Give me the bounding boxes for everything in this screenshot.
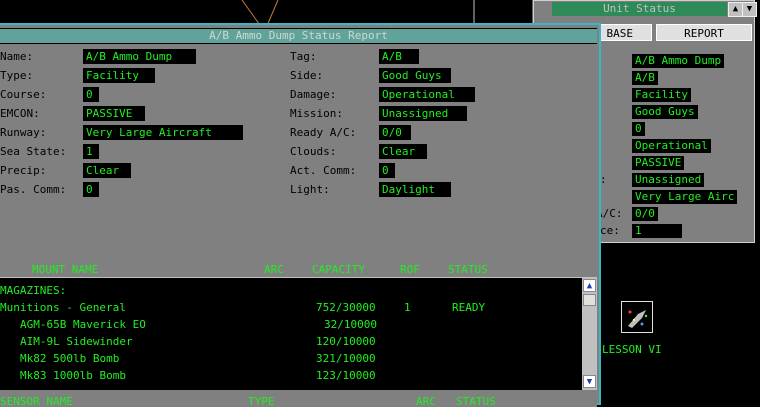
ready-ac-label: Ready A/C: [290,126,357,139]
mount-name-cell: AIM-9L Sidewinder [20,335,133,348]
table-row[interactable]: Mk82 500lb Bomb 321/10000 [0,350,582,367]
table-row[interactable]: Munitions - General 752/30000 1 READY [0,299,582,316]
precip-label: Precip: [0,164,47,177]
us-value-runway: Very Large Airc [632,190,738,204]
us-value-name: A/B Ammo Dump [632,54,725,68]
report-button[interactable]: REPORT [656,24,752,41]
table-row[interactable]: AGM-65B Maverick EO 32/10000 [0,316,582,333]
lesson-label[interactable]: LESSON VI [600,343,664,356]
us-value-damage: Operational [632,139,711,153]
mission-value: Unassigned [379,106,467,121]
col-sensor-arc[interactable]: ARC [416,395,436,407]
mount-name-cell: AGM-65B Maverick EO [20,318,146,331]
capacity-cell: 321/10000 [316,352,376,365]
down-arrow-icon[interactable]: ▼ [742,2,757,17]
us-value-course: 0 [632,122,645,136]
pas-comm-value: 0 [83,182,99,197]
course-value: 0 [83,87,99,102]
rof-cell: 1 [404,301,411,314]
table-row[interactable]: AIM-9L Sidewinder 120/10000 [0,333,582,350]
mount-name-cell: Mk83 1000lb Bomb [20,369,126,382]
table-row[interactable]: Mk83 1000lb Bomb 123/10000 [0,367,582,384]
col-sensor-name[interactable]: SENSOR NAME [0,395,73,407]
light-label: Light: [290,183,330,196]
clouds-label: Clouds: [290,145,337,158]
mount-table: MAGAZINES: Munitions - General 752/30000… [0,277,582,390]
pas-comm-label: Pas. Comm: [0,183,67,196]
emcon-value: PASSIVE [83,106,145,121]
status-cell: READY [452,301,486,314]
us-value-tag: A/B [632,71,658,85]
scroll-up-icon[interactable]: ▲ [583,279,596,292]
unit-status-title: Unit Status [552,2,727,16]
us-label-partial: ce: [600,224,620,237]
scroll-thumb[interactable] [583,294,596,306]
course-label: Course: [0,88,47,101]
mount-table-header: MOUNT NAME ARC CAPACITY ROF STATUS [0,262,597,277]
runway-label: Runway: [0,126,47,139]
type-label: Type: [0,69,34,82]
capacity-cell: 123/10000 [316,369,376,382]
mount-name-cell: Munitions - General [0,301,126,314]
mission-label: Mission: [290,107,343,120]
status-report-window: A/B Ammo Dump Status Report Name: A/B Am… [0,23,601,407]
name-value: A/B Ammo Dump [83,49,196,64]
mount-table-scrollbar[interactable]: ▲ ▼ [582,277,597,390]
emcon-label: EMCON: [0,107,40,120]
capacity-cell: 32/10000 [324,318,377,331]
us-value-side: Good Guys [632,105,698,119]
capacity-cell: 752/30000 [316,301,376,314]
us-value-ready-ac: 0/0 [632,207,658,221]
col-status[interactable]: STATUS [448,262,488,277]
window-title: A/B Ammo Dump Status Report [0,28,597,44]
side-label: Side: [290,69,324,82]
type-value: Facility [83,68,155,83]
col-sensor-type[interactable]: TYPE [248,395,275,407]
ready-ac-value: 0/0 [379,125,411,140]
up-arrow-icon[interactable]: ▲ [728,2,743,17]
mount-name-cell: Mk82 500lb Bomb [20,352,120,365]
col-rof[interactable]: ROF [400,262,420,277]
light-value: Daylight [379,182,451,197]
act-comm-label: Act. Comm: [290,164,357,177]
sensor-table-header: SENSOR NAME TYPE ARC STATUS [0,395,597,407]
damage-label: Damage: [290,88,337,101]
table-row[interactable]: MAGAZINES: [0,282,582,299]
side-value: Good Guys [379,68,451,83]
lesson-icon[interactable] [621,301,653,333]
sea-state-label: Sea State: [0,145,67,158]
col-arc[interactable]: ARC [264,262,284,277]
clouds-value: Clear [379,144,427,159]
us-value-type: Facility [632,88,691,102]
tag-label: Tag: [290,50,317,63]
capacity-cell: 120/10000 [316,335,376,348]
runway-value: Very Large Aircraft [83,125,243,140]
act-comm-value: 0 [379,163,395,178]
mount-name-cell: MAGAZINES: [0,284,67,297]
precip-value: Clear [83,163,131,178]
col-capacity[interactable]: CAPACITY [312,262,365,277]
sea-state-value: 1 [83,144,99,159]
damage-value: Operational [379,87,475,102]
us-value-mission: Unassigned [632,173,705,187]
aircraft-icon [628,310,648,328]
col-sensor-status[interactable]: STATUS [456,395,496,407]
us-value-emcon: PASSIVE [632,156,685,170]
col-mount-name[interactable]: MOUNT NAME [32,262,98,277]
tag-value: A/B [379,49,419,64]
name-label: Name: [0,50,34,63]
scroll-down-icon[interactable]: ▼ [583,375,596,388]
us-value-sea-state: 1 [632,224,682,238]
